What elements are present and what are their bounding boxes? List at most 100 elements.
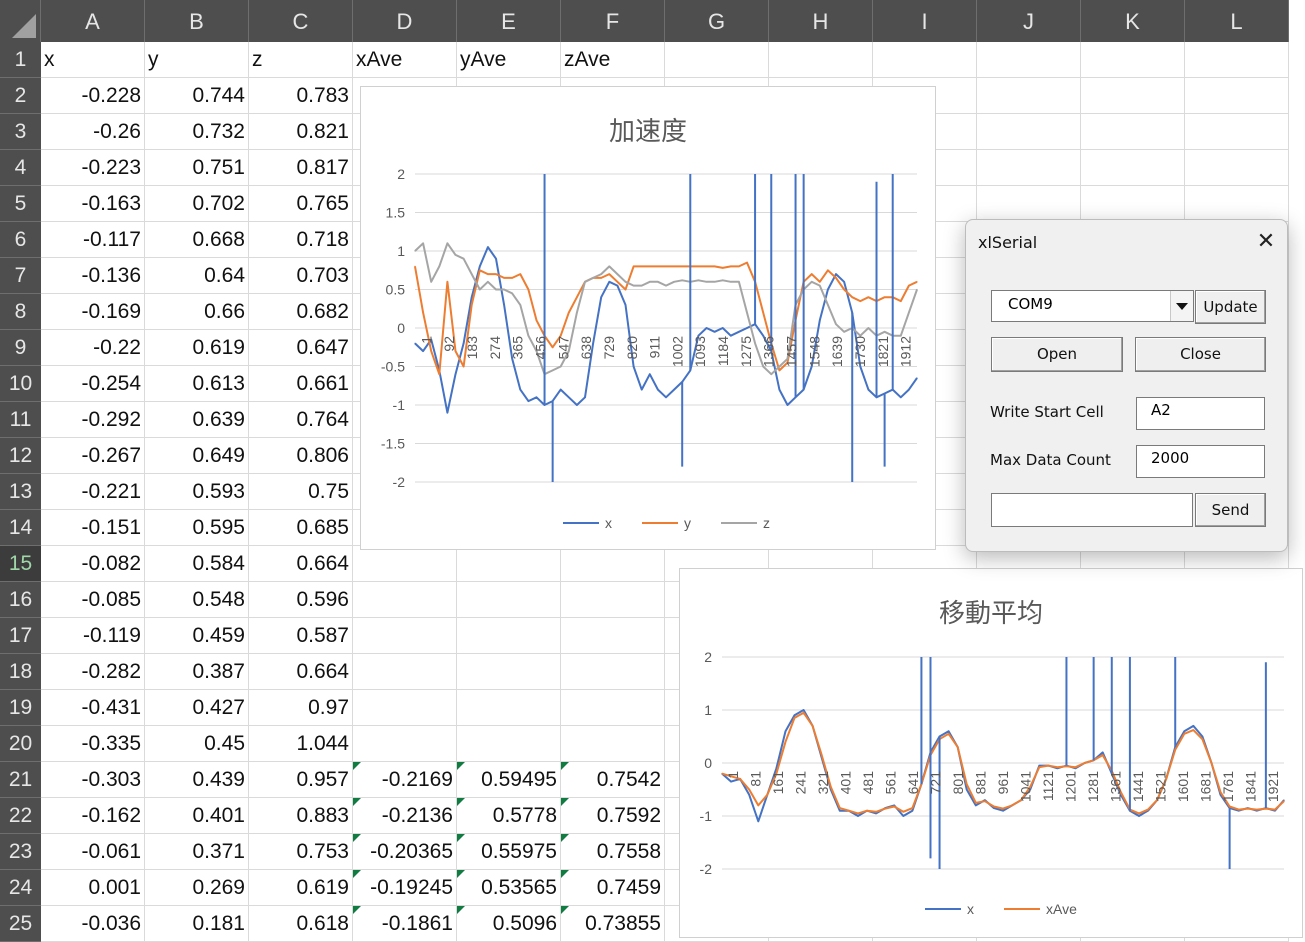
cell-j4[interactable] (977, 150, 1081, 186)
cell-j3[interactable] (977, 114, 1081, 150)
cell-e18[interactable] (457, 654, 561, 690)
cell-c14[interactable]: 0.685 (249, 510, 353, 546)
acceleration-chart[interactable]: 加速度 2 1.5 1 0.5 0 -0.5 -1 -1.5 -2 1 92 183 274 365 456… (360, 86, 936, 550)
cell-c18[interactable]: 0.664 (249, 654, 353, 690)
cell-f17[interactable] (561, 618, 665, 654)
row-header[interactable]: 24 (0, 870, 41, 906)
cell-d19[interactable] (353, 690, 457, 726)
row-header[interactable]: 5 (0, 186, 41, 222)
row-header[interactable]: 14 (0, 510, 41, 546)
cell-d15[interactable] (353, 546, 457, 582)
cell-f24[interactable]: 0.7459 (561, 870, 665, 906)
max-data-count-input[interactable]: 2000 (1136, 445, 1265, 478)
cell-l1[interactable] (1185, 42, 1289, 78)
cell-h1[interactable] (769, 42, 873, 78)
row-header[interactable]: 20 (0, 726, 41, 762)
cell-d17[interactable] (353, 618, 457, 654)
cell-a17[interactable]: -0.119 (41, 618, 145, 654)
cell-k5[interactable] (1081, 186, 1185, 222)
cell-c15[interactable]: 0.664 (249, 546, 353, 582)
row-header[interactable]: 3 (0, 114, 41, 150)
row-header[interactable]: 16 (0, 582, 41, 618)
cell-b24[interactable]: 0.269 (145, 870, 249, 906)
cell-i1[interactable] (873, 42, 977, 78)
cell-a20[interactable]: -0.335 (41, 726, 145, 762)
cell-a4[interactable]: -0.223 (41, 150, 145, 186)
row-header[interactable]: 15 (0, 546, 41, 582)
cell-a8[interactable]: -0.169 (41, 294, 145, 330)
cell-d23[interactable]: -0.20365 (353, 834, 457, 870)
cell-c8[interactable]: 0.682 (249, 294, 353, 330)
cell-f1[interactable]: zAve (561, 42, 665, 78)
cell-b23[interactable]: 0.371 (145, 834, 249, 870)
cell-f20[interactable] (561, 726, 665, 762)
row-header[interactable]: 22 (0, 798, 41, 834)
cell-c9[interactable]: 0.647 (249, 330, 353, 366)
cell-f15[interactable] (561, 546, 665, 582)
cell-c6[interactable]: 0.718 (249, 222, 353, 258)
cell-b19[interactable]: 0.427 (145, 690, 249, 726)
cell-e21[interactable]: 0.59495 (457, 762, 561, 798)
cell-d18[interactable] (353, 654, 457, 690)
cell-c11[interactable]: 0.764 (249, 402, 353, 438)
cell-j1[interactable] (977, 42, 1081, 78)
cell-c10[interactable]: 0.661 (249, 366, 353, 402)
cell-c4[interactable]: 0.817 (249, 150, 353, 186)
row-header[interactable]: 17 (0, 618, 41, 654)
cell-b8[interactable]: 0.66 (145, 294, 249, 330)
cell-j2[interactable] (977, 78, 1081, 114)
cell-e16[interactable] (457, 582, 561, 618)
cell-a18[interactable]: -0.282 (41, 654, 145, 690)
cell-b11[interactable]: 0.639 (145, 402, 249, 438)
cell-a23[interactable]: -0.061 (41, 834, 145, 870)
cell-c1[interactable]: z (249, 42, 353, 78)
column-header-g[interactable]: G (665, 0, 769, 42)
row-header[interactable]: 21 (0, 762, 41, 798)
cell-a5[interactable]: -0.163 (41, 186, 145, 222)
cell-a16[interactable]: -0.085 (41, 582, 145, 618)
cell-g1[interactable] (665, 42, 769, 78)
column-header-j[interactable]: J (977, 0, 1081, 42)
row-header[interactable]: 13 (0, 474, 41, 510)
cell-d22[interactable]: -0.2136 (353, 798, 457, 834)
cell-a7[interactable]: -0.136 (41, 258, 145, 294)
cell-a11[interactable]: -0.292 (41, 402, 145, 438)
cell-k3[interactable] (1081, 114, 1185, 150)
cell-a24[interactable]: 0.001 (41, 870, 145, 906)
cell-a1[interactable]: x (41, 42, 145, 78)
cell-e15[interactable] (457, 546, 561, 582)
cell-e1[interactable]: yAve (457, 42, 561, 78)
cell-c2[interactable]: 0.783 (249, 78, 353, 114)
cell-a6[interactable]: -0.117 (41, 222, 145, 258)
cell-b9[interactable]: 0.619 (145, 330, 249, 366)
cell-a9[interactable]: -0.22 (41, 330, 145, 366)
cell-l5[interactable] (1185, 186, 1289, 222)
row-header[interactable]: 25 (0, 906, 41, 942)
cell-d25[interactable]: -0.1861 (353, 906, 457, 942)
cell-d16[interactable] (353, 582, 457, 618)
cell-e20[interactable] (457, 726, 561, 762)
cell-c17[interactable]: 0.587 (249, 618, 353, 654)
cell-b15[interactable]: 0.584 (145, 546, 249, 582)
column-header-l[interactable]: L (1185, 0, 1289, 42)
cell-e23[interactable]: 0.55975 (457, 834, 561, 870)
chevron-down-icon[interactable] (1170, 291, 1193, 321)
row-header[interactable]: 19 (0, 690, 41, 726)
cell-c23[interactable]: 0.753 (249, 834, 353, 870)
send-button[interactable]: Send (1195, 493, 1266, 527)
cell-e25[interactable]: 0.5096 (457, 906, 561, 942)
cell-e19[interactable] (457, 690, 561, 726)
row-header[interactable]: 11 (0, 402, 41, 438)
select-all-corner[interactable] (0, 0, 41, 42)
com-port-select[interactable]: COM9 (991, 290, 1194, 322)
row-header[interactable]: 4 (0, 150, 41, 186)
cell-d21[interactable]: -0.2169 (353, 762, 457, 798)
cell-c12[interactable]: 0.806 (249, 438, 353, 474)
cell-a2[interactable]: -0.228 (41, 78, 145, 114)
cell-a22[interactable]: -0.162 (41, 798, 145, 834)
cell-b20[interactable]: 0.45 (145, 726, 249, 762)
cell-f25[interactable]: 0.73855 (561, 906, 665, 942)
cell-c7[interactable]: 0.703 (249, 258, 353, 294)
cell-l2[interactable] (1185, 78, 1289, 114)
xlserial-dialog[interactable]: xlSerial ✕ COM9 Update Open Close Write … (965, 219, 1288, 552)
